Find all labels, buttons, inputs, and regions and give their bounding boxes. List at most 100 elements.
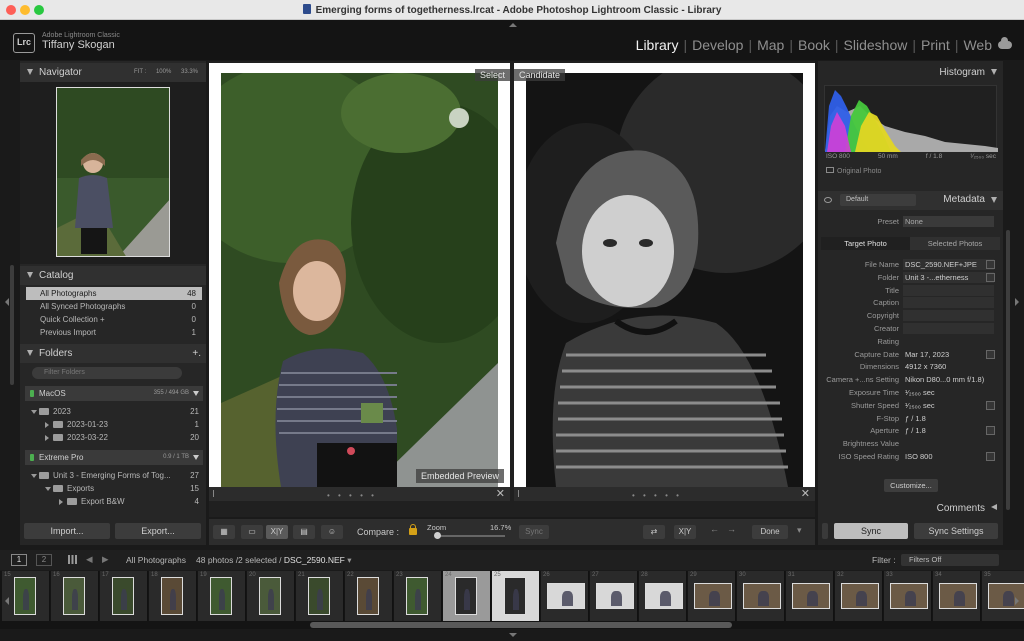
- identity-plate[interactable]: Tiffany Skogan: [42, 39, 115, 51]
- top-panel-toggle-icon[interactable]: [509, 23, 517, 27]
- filmstrip-scrollbar[interactable]: [310, 622, 732, 628]
- sync-toggle[interactable]: [822, 523, 828, 539]
- grid-icon[interactable]: [68, 555, 77, 564]
- secondary-window-button[interactable]: 2: [36, 554, 52, 566]
- forward-arrow-icon[interactable]: ▶: [102, 554, 109, 565]
- lock-icon[interactable]: [409, 524, 417, 535]
- action-icon[interactable]: [986, 400, 995, 410]
- navigator-preview-image[interactable]: [56, 87, 170, 257]
- filmstrip-thumbnail[interactable]: 28: [639, 571, 687, 621]
- disclosure-icon[interactable]: [45, 422, 49, 428]
- close-icon[interactable]: ✕: [496, 487, 505, 500]
- action-icon[interactable]: [986, 452, 995, 461]
- catalog-item[interactable]: Previous Import 1: [26, 326, 202, 339]
- disclosure-icon[interactable]: [31, 474, 37, 478]
- folder-row[interactable]: 2023-03-22 20: [25, 431, 203, 444]
- filmstrip-source[interactable]: All Photographs: [126, 555, 186, 565]
- filmstrip-thumbnail[interactable]: 25: [492, 571, 540, 621]
- disclosure-icon[interactable]: [45, 435, 49, 441]
- metadata-field-input[interactable]: [903, 323, 994, 334]
- export-button[interactable]: Export...: [115, 523, 201, 539]
- customize-button[interactable]: Customize...: [884, 479, 938, 492]
- back-arrow-icon[interactable]: ◀: [86, 554, 93, 565]
- flag-icon[interactable]: [213, 490, 219, 497]
- toolbar-menu-icon[interactable]: ▾: [797, 525, 802, 536]
- zoom-33-option[interactable]: 33.3%: [181, 69, 198, 75]
- flag-icon[interactable]: [518, 490, 524, 497]
- people-view-button[interactable]: ☺: [321, 525, 343, 539]
- swap-button[interactable]: ⇄: [643, 525, 665, 539]
- zoom-fit-option[interactable]: FIT :: [134, 69, 146, 75]
- catalog-item[interactable]: All Photographs 48: [26, 287, 202, 300]
- zoom-slider-handle[interactable]: [434, 532, 441, 539]
- filmstrip-thumbnail[interactable]: 32: [835, 571, 883, 621]
- next-arrow-icon[interactable]: →: [727, 524, 736, 534]
- action-icon[interactable]: [986, 272, 995, 282]
- filmstrip-thumbnail[interactable]: 30: [737, 571, 785, 621]
- metadata-view-select[interactable]: Default: [840, 194, 916, 206]
- candidate-photo[interactable]: [526, 73, 803, 487]
- filmstrip-thumbnail[interactable]: 26: [541, 571, 589, 621]
- folder-row[interactable]: 2023-01-23 1: [25, 418, 203, 431]
- close-icon[interactable]: ✕: [801, 487, 810, 500]
- make-select-button[interactable]: X|Y: [674, 525, 696, 539]
- folders-header[interactable]: Folders +.: [20, 344, 206, 363]
- right-panel-scrollbar[interactable]: [1006, 230, 1010, 510]
- folder-row[interactable]: 2023 21: [25, 405, 203, 418]
- filter-select[interactable]: Filters Off: [901, 554, 999, 566]
- module-develop[interactable]: Develop: [692, 37, 743, 53]
- sync-settings-button[interactable]: Sync Settings: [914, 523, 998, 539]
- filmstrip-thumbnail[interactable]: 18: [149, 571, 197, 621]
- folder-row[interactable]: Exports 15: [25, 482, 203, 495]
- left-panel-scrollbar[interactable]: [10, 265, 14, 385]
- candidate-pane[interactable]: Candidate • • • • • ✕: [514, 63, 815, 501]
- filmstrip-thumbnail[interactable]: 24: [443, 571, 491, 621]
- collapse-icon[interactable]: [991, 197, 997, 203]
- rating-stars[interactable]: • • • • •: [327, 491, 377, 500]
- survey-view-button[interactable]: ▤: [293, 525, 315, 539]
- previous-arrow-icon[interactable]: ←: [710, 524, 719, 534]
- histogram-header[interactable]: Histogram: [818, 63, 1003, 82]
- bottom-panel-toggle-icon[interactable]: [509, 633, 517, 637]
- left-panel-toggle-icon[interactable]: [5, 298, 9, 306]
- folder-filter-input[interactable]: Filter Folders: [32, 367, 182, 379]
- metadata-field-input[interactable]: [903, 310, 994, 322]
- primary-window-button[interactable]: 1: [11, 554, 27, 566]
- filmstrip-thumbnail[interactable]: 22: [345, 571, 393, 621]
- import-button[interactable]: Import...: [24, 523, 110, 539]
- metadata-field-input[interactable]: [903, 297, 994, 309]
- catalog-item[interactable]: Quick Collection +0: [26, 313, 202, 326]
- metadata-title[interactable]: Metadata: [943, 194, 985, 205]
- tab-selected-photos[interactable]: Selected Photos: [910, 237, 1000, 250]
- catalog-item[interactable]: All Synced Photographs 0: [26, 300, 202, 313]
- add-folder-button[interactable]: +.: [192, 348, 201, 359]
- filmstrip-left-arrow-icon[interactable]: [5, 597, 9, 605]
- action-icon[interactable]: [986, 349, 995, 359]
- comments-header[interactable]: Comments: [818, 499, 1003, 518]
- done-button[interactable]: Done: [752, 525, 788, 539]
- module-web[interactable]: Web: [963, 37, 992, 53]
- cloud-icon[interactable]: [998, 37, 1012, 49]
- folder-row[interactable]: Export B&W 4: [25, 495, 203, 508]
- filmstrip-thumbnail[interactable]: 19: [198, 571, 246, 621]
- filmstrip-thumbnail[interactable]: 27: [590, 571, 638, 621]
- sync-button[interactable]: Sync: [834, 523, 908, 539]
- grid-view-button[interactable]: ▦: [213, 525, 235, 539]
- module-book[interactable]: Book: [798, 37, 830, 53]
- filmstrip-thumbnail[interactable]: 17: [100, 571, 148, 621]
- filmstrip-thumbnail[interactable]: 20: [247, 571, 295, 621]
- metadata-field-input[interactable]: [903, 284, 994, 296]
- filmstrip-right-arrow-icon[interactable]: [1015, 597, 1019, 605]
- rating-stars[interactable]: • • • • •: [632, 491, 682, 500]
- loupe-view-button[interactable]: ▭: [241, 525, 263, 539]
- eye-icon[interactable]: [824, 197, 832, 203]
- filmstrip-thumbnail[interactable]: 33: [884, 571, 932, 621]
- module-print[interactable]: Print: [921, 37, 950, 53]
- filmstrip-thumbnail[interactable]: 23: [394, 571, 442, 621]
- filmstrip-thumbnail[interactable]: 34: [933, 571, 981, 621]
- zoom-slider[interactable]: [435, 535, 505, 537]
- filmstrip-thumbnail[interactable]: 21: [296, 571, 344, 621]
- volume-header[interactable]: MacOS 355 / 494 GB: [25, 386, 203, 401]
- filmstrip-thumbnail[interactable]: 35: [982, 571, 1024, 621]
- filmstrip[interactable]: 15 16 17 18 19 20 21 22 23 24 25 26 27 28 29 30 31 32 33 34…: [0, 571, 1024, 629]
